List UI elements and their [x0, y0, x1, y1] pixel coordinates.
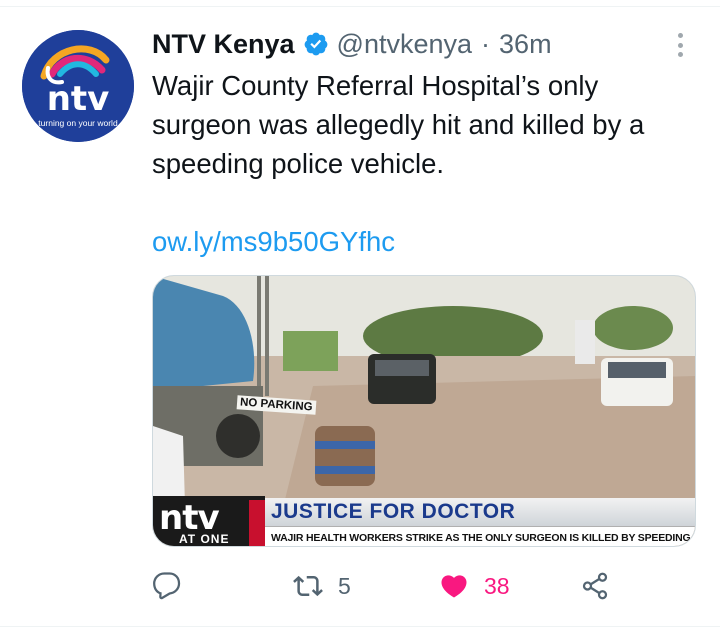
top-divider: [0, 6, 720, 7]
avatar-tagline: turning on your world: [38, 118, 118, 128]
reply-icon: [153, 572, 181, 600]
retweet-button[interactable]: 5: [292, 566, 351, 606]
bottom-divider: [0, 626, 720, 627]
avatar[interactable]: ntv turning on your world: [22, 30, 134, 142]
tweet-media-image[interactable]: NO PARKING ntv AT ONE JUSTICE FOR DOCTOR…: [152, 275, 696, 547]
avatar-logo-text: ntv: [47, 79, 110, 119]
share-button[interactable]: [580, 566, 610, 606]
tweet-link[interactable]: ow.ly/ms9b50GYfhc: [152, 226, 395, 258]
tweet-header: NTV Kenya @ntvkenya · 36m: [152, 26, 552, 62]
author-name[interactable]: NTV Kenya: [152, 29, 295, 60]
more-dot: [677, 42, 683, 48]
tweet-timestamp[interactable]: 36m: [499, 29, 552, 60]
banner-headline: JUSTICE FOR DOCTOR: [265, 498, 695, 526]
like-button[interactable]: 38: [438, 566, 510, 606]
header-separator: ·: [481, 28, 491, 59]
banner-subheadline: WAJIR HEALTH WORKERS STRIKE AS THE ONLY …: [265, 526, 695, 546]
tweet-actions: 5 38: [152, 566, 632, 606]
tweet-text: Wajir County Referral Hospital’s only su…: [152, 70, 645, 179]
banner-subheadline-text: WAJIR HEALTH WORKERS STRIKE AS THE ONLY …: [271, 531, 695, 544]
banner-accent: [249, 500, 265, 546]
banner-headline-text: JUSTICE FOR DOCTOR: [271, 500, 516, 523]
share-icon: [582, 572, 608, 600]
verified-badge-icon: [303, 31, 329, 57]
retweet-count: 5: [338, 572, 351, 599]
more-dot: [677, 52, 683, 57]
more-options-icon[interactable]: [668, 30, 692, 60]
retweet-icon: [293, 575, 323, 597]
reply-button[interactable]: [152, 566, 196, 606]
like-count: 38: [484, 572, 510, 599]
more-dot: [677, 33, 683, 38]
ntv-logo: ntv turning on your world: [22, 30, 134, 142]
author-handle[interactable]: @ntvkenya: [337, 29, 472, 60]
banner-logo-sub: AT ONE: [179, 532, 230, 546]
heart-icon: [441, 575, 467, 598]
